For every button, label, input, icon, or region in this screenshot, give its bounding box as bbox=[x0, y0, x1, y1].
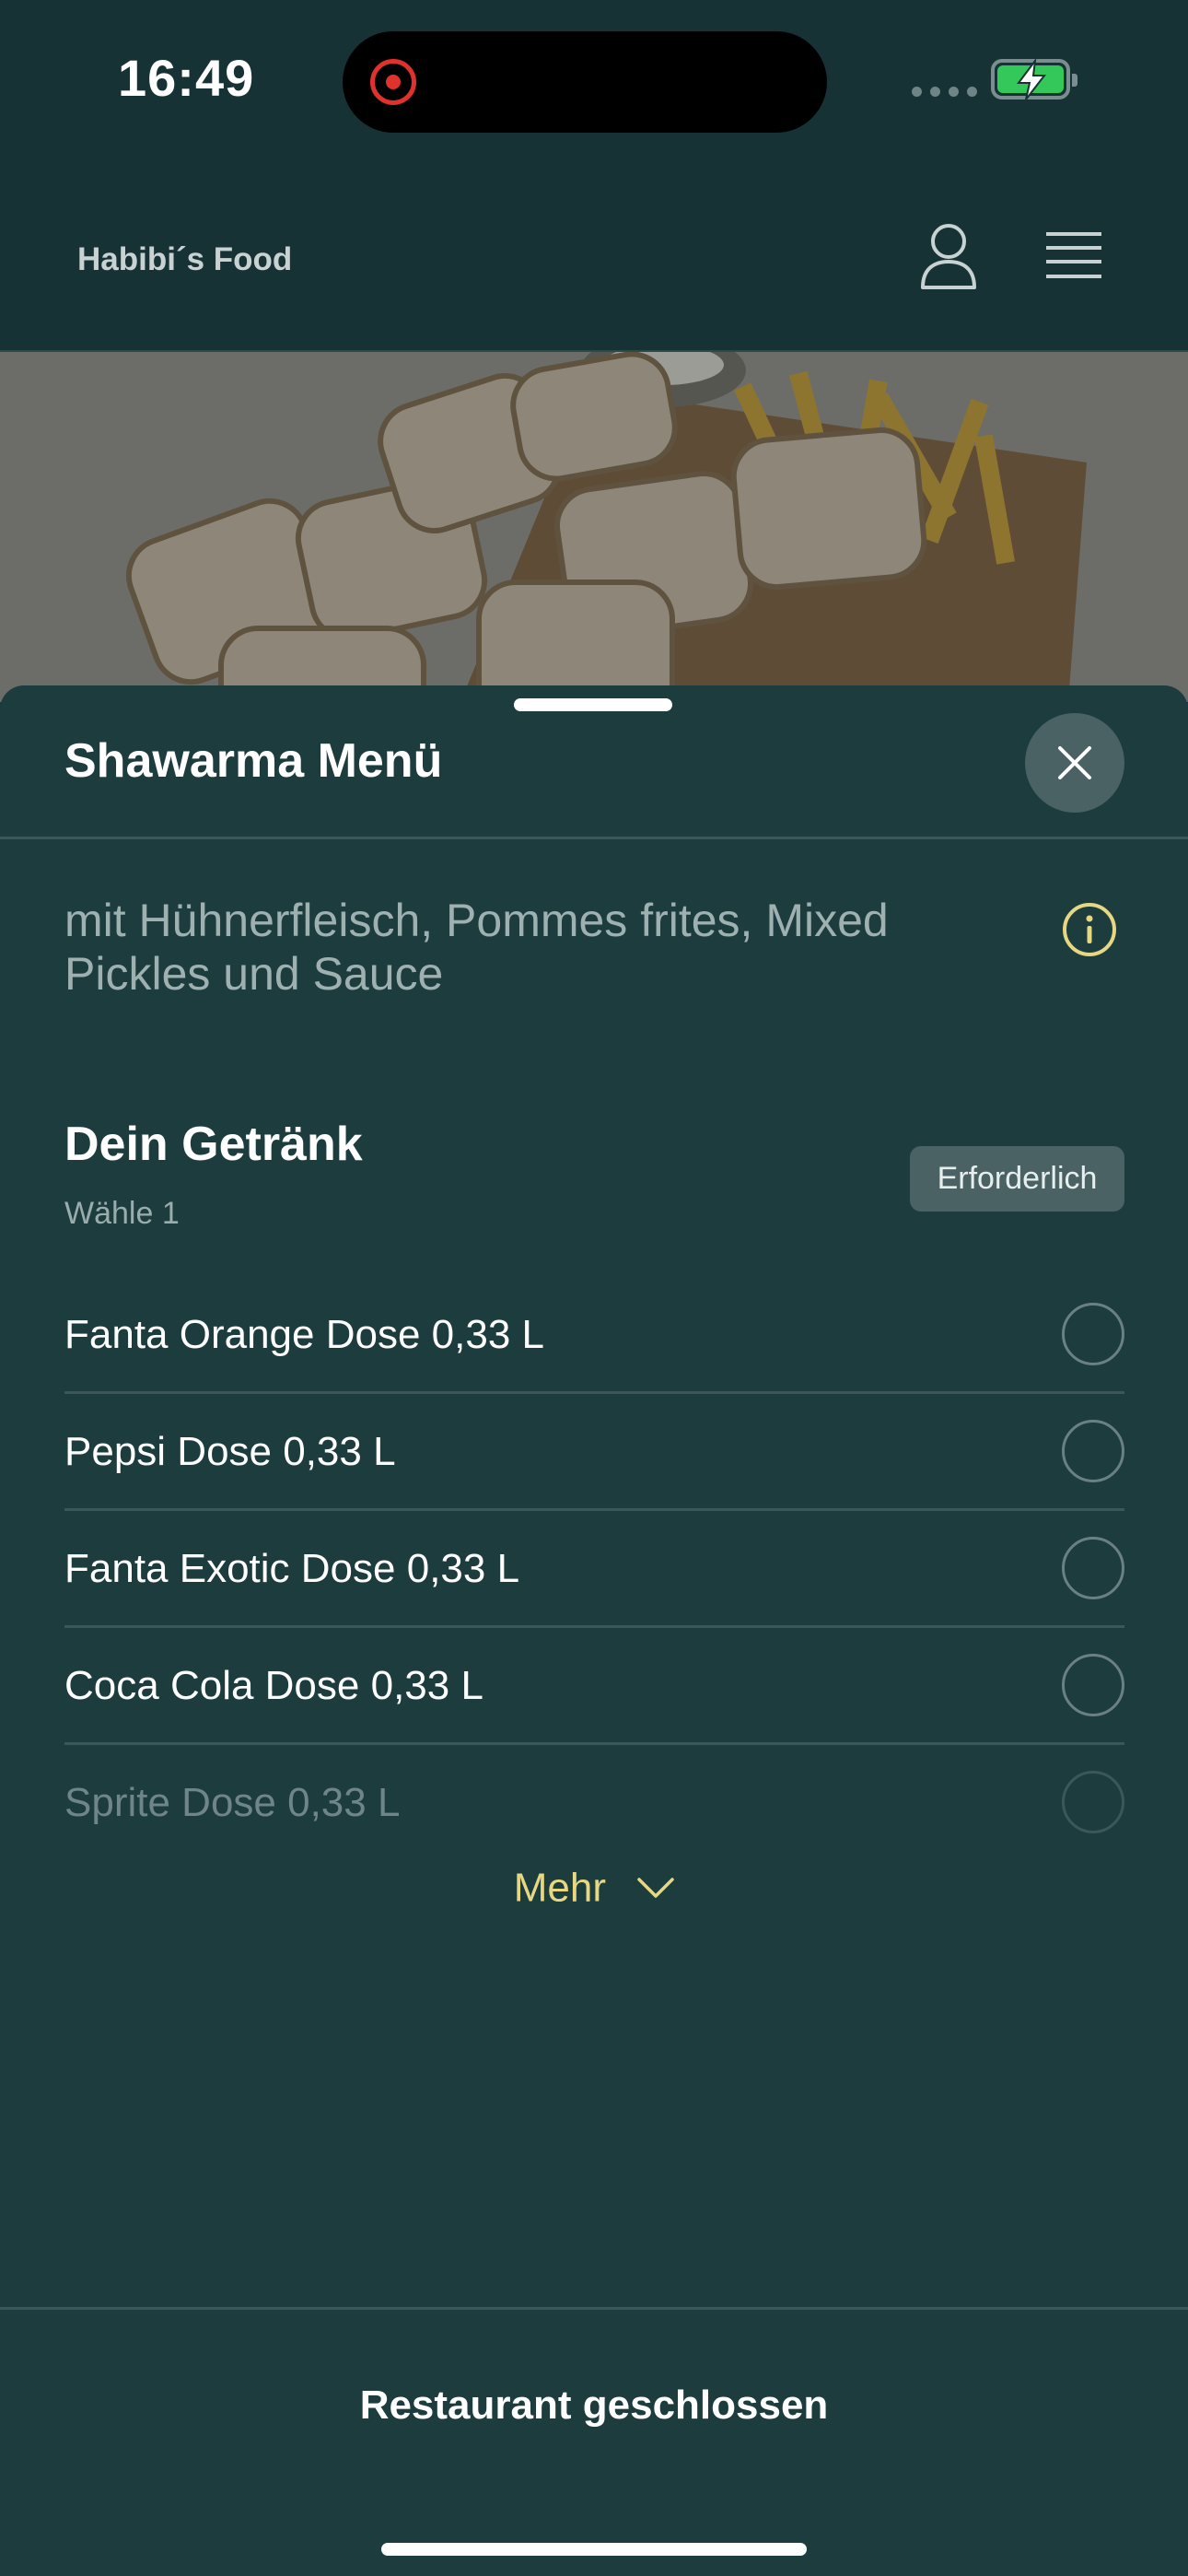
section-title: Dein Getränk bbox=[64, 1118, 363, 1171]
close-icon bbox=[1058, 746, 1091, 779]
chevron-down-icon bbox=[637, 1878, 674, 1899]
dynamic-island bbox=[343, 31, 827, 133]
product-description: mit Hühnerfleisch, Pommes frites, Mixed … bbox=[64, 895, 889, 1000]
option-label: Fanta Exotic Dose 0,33 L bbox=[64, 1546, 520, 1591]
app-header: Habibi´s Food bbox=[0, 157, 1188, 352]
battery-charging-icon bbox=[991, 59, 1077, 100]
show-more-label: Mehr bbox=[513, 1865, 606, 1911]
hero-food-image bbox=[0, 352, 1188, 702]
user-icon[interactable] bbox=[917, 221, 980, 291]
drink-option[interactable]: Pepsi Dose 0,33 L bbox=[64, 1394, 1124, 1511]
option-label: Coca Cola Dose 0,33 L bbox=[64, 1663, 483, 1708]
section-subtitle: Wähle 1 bbox=[64, 1196, 180, 1231]
radio-button[interactable] bbox=[1062, 1771, 1124, 1833]
radio-button[interactable] bbox=[1062, 1303, 1124, 1365]
home-indicator[interactable] bbox=[381, 2543, 807, 2556]
product-sheet: Shawarma Menü mit Hühnerfleisch, Pommes … bbox=[0, 685, 1188, 2576]
option-label: Sprite Dose 0,33 L bbox=[64, 1780, 401, 1825]
divider bbox=[0, 837, 1188, 839]
close-button[interactable] bbox=[1025, 713, 1124, 813]
recording-icon bbox=[370, 59, 416, 105]
drink-option[interactable]: Coca Cola Dose 0,33 L bbox=[64, 1628, 1124, 1745]
option-label: Pepsi Dose 0,33 L bbox=[64, 1429, 396, 1474]
radio-button[interactable] bbox=[1062, 1420, 1124, 1482]
menu-icon[interactable] bbox=[1044, 230, 1103, 282]
drink-option[interactable]: Fanta Exotic Dose 0,33 L bbox=[64, 1511, 1124, 1628]
brand-name: Habibi´s Food bbox=[77, 241, 293, 277]
required-badge: Erforderlich bbox=[910, 1146, 1124, 1212]
status-bar: 16:49 bbox=[0, 0, 1188, 157]
drink-option[interactable]: Sprite Dose 0,33 L bbox=[64, 1745, 1124, 1862]
sheet-grabber[interactable] bbox=[514, 698, 672, 711]
status-time: 16:49 bbox=[118, 49, 255, 107]
option-label: Fanta Orange Dose 0,33 L bbox=[64, 1312, 544, 1357]
footer-divider bbox=[0, 2307, 1188, 2310]
radio-button[interactable] bbox=[1062, 1654, 1124, 1716]
show-more-button[interactable]: Mehr bbox=[0, 1863, 1188, 1911]
info-icon[interactable] bbox=[1061, 901, 1118, 958]
signal-icon bbox=[912, 87, 977, 97]
drink-option[interactable]: Fanta Orange Dose 0,33 L bbox=[64, 1277, 1124, 1394]
product-title: Shawarma Menü bbox=[64, 734, 443, 788]
radio-button[interactable] bbox=[1062, 1537, 1124, 1599]
restaurant-closed-label: Restaurant geschlossen bbox=[359, 2383, 829, 2428]
